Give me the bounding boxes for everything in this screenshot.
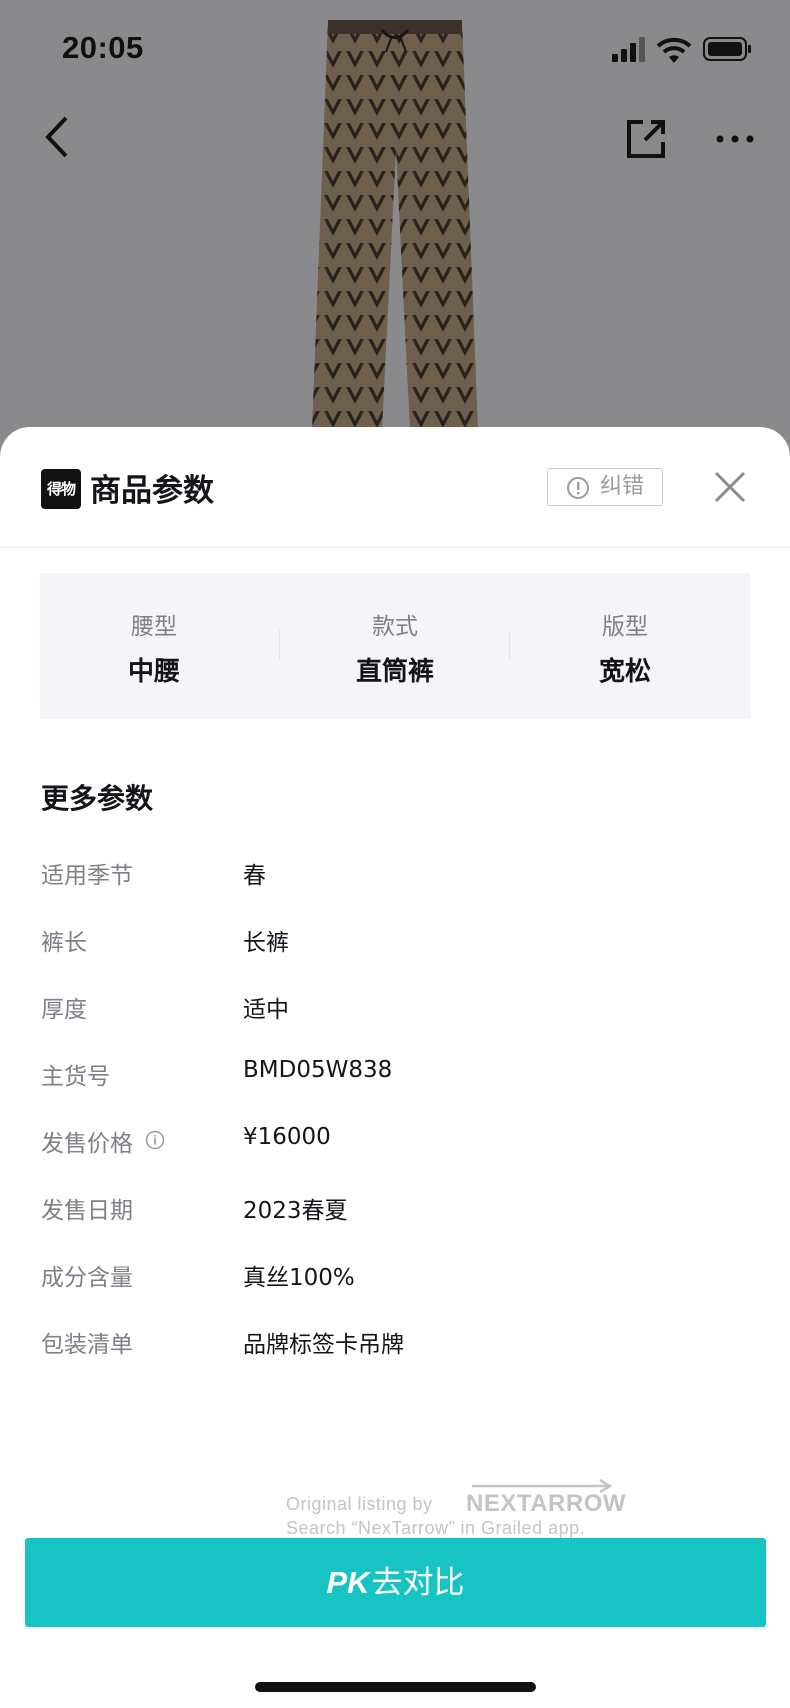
key-attribute-label: 版型 (602, 614, 648, 640)
param-label: 包装清单 (41, 1332, 133, 1358)
exclamation-circle-icon (567, 477, 589, 499)
param-value: 春 (243, 863, 266, 889)
compare-button-label: 去对比 (371, 1565, 465, 1601)
param-row: 适用季节 春 (0, 856, 790, 896)
divider (279, 630, 280, 660)
param-label: 主货号 (41, 1064, 110, 1090)
param-label: 裤长 (41, 930, 87, 956)
param-value: ¥16000 (243, 1124, 331, 1150)
wifi-icon (656, 37, 692, 63)
param-row: 发售价格 ¥16000 (0, 1124, 790, 1164)
report-error-label: 纠错 (600, 474, 645, 499)
param-label: 发售价格 (41, 1131, 133, 1157)
watermark-brand: NEXTARROW (466, 1490, 627, 1517)
key-attribute: 款式 直筒裤 (281, 573, 509, 719)
key-attributes-card: 腰型 中腰 款式 直筒裤 版型 宽松 (40, 573, 750, 719)
divider (509, 630, 510, 660)
param-label: 发售日期 (41, 1198, 133, 1224)
key-attribute-label: 款式 (372, 614, 418, 640)
sheet-header: 得物 商品参数 纠错 (0, 427, 790, 548)
compare-button[interactable]: PK去对比 (25, 1538, 766, 1627)
chevron-left-icon[interactable] (40, 114, 74, 160)
param-row: 裤长 长裤 (0, 923, 790, 963)
close-icon[interactable] (714, 471, 746, 503)
signal-icon (612, 37, 645, 62)
sheet-title: 商品参数 (90, 473, 214, 509)
param-value: 适中 (243, 997, 289, 1023)
battery-icon (703, 37, 751, 61)
param-value: BMD05W838 (243, 1057, 393, 1083)
param-label: 成分含量 (41, 1265, 133, 1291)
param-label: 适用季节 (41, 863, 133, 889)
status-time: 20:05 (62, 30, 144, 65)
param-label: 厚度 (41, 997, 87, 1023)
status-bar: 20:05 (0, 0, 790, 100)
key-attribute: 腰型 中腰 (40, 573, 268, 719)
param-value: 真丝100% (243, 1265, 355, 1291)
key-attribute: 版型 宽松 (511, 573, 739, 719)
more-dots-icon[interactable] (716, 134, 754, 144)
report-error-button[interactable]: 纠错 (547, 468, 663, 506)
watermark-line1: Original listing by (286, 1494, 433, 1514)
watermark-line2: Search “NexTarrow” in Grailed app. (286, 1518, 586, 1538)
app-logo: 得物 (41, 469, 81, 509)
home-indicator (255, 1682, 536, 1692)
param-row: 包装清单 品牌标签卡吊牌 (0, 1325, 790, 1365)
key-attribute-value: 中腰 (127, 657, 180, 687)
param-row: 发售日期 2023春夏 (0, 1191, 790, 1231)
key-attribute-value: 宽松 (598, 657, 651, 687)
param-row: 主货号 BMD05W838 (0, 1057, 790, 1097)
compare-button-pk: PK (326, 1565, 370, 1600)
share-external-icon[interactable] (625, 118, 667, 160)
key-attribute-label: 腰型 (131, 614, 177, 640)
more-params-title: 更多参数 (41, 782, 154, 815)
params-sheet: 得物 商品参数 纠错 腰型 中腰 款式 直筒裤 版型 宽松 更多参数 适用季节 … (0, 427, 790, 1708)
info-icon[interactable] (145, 1130, 165, 1150)
param-value: 长裤 (243, 930, 289, 956)
param-row: 成分含量 真丝100% (0, 1258, 790, 1298)
param-value: 品牌标签卡吊牌 (243, 1332, 404, 1358)
key-attribute-value: 直筒裤 (355, 657, 434, 687)
param-row: 厚度 适中 (0, 990, 790, 1030)
param-value: 2023春夏 (243, 1198, 348, 1224)
